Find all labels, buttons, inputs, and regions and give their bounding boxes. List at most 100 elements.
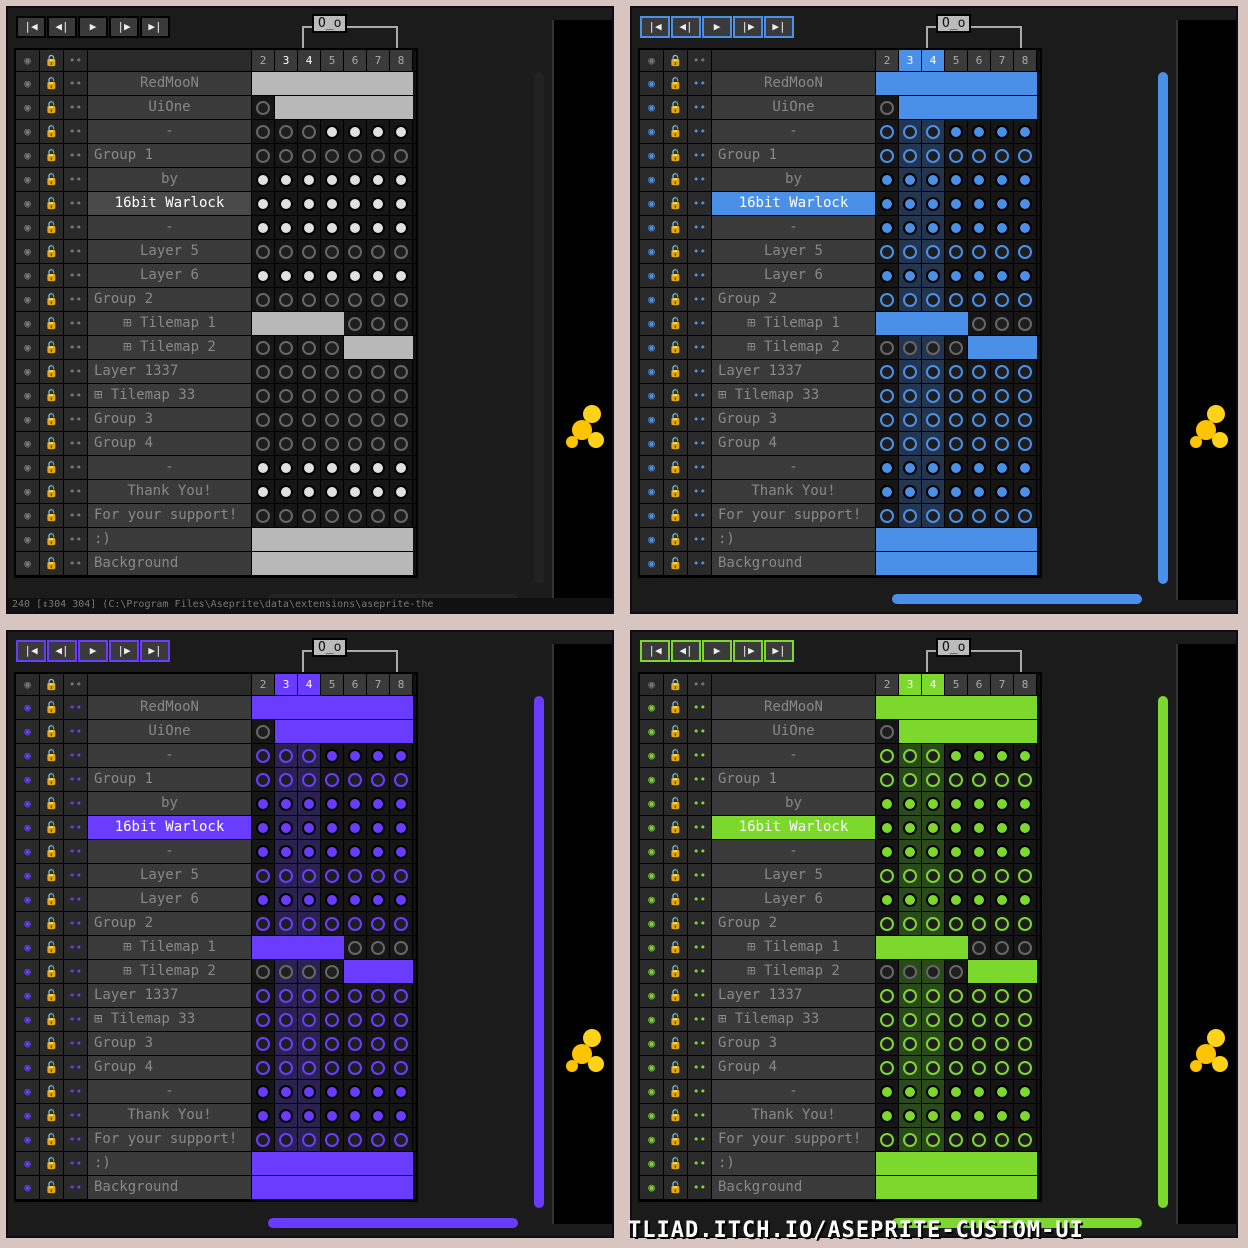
layer-row[interactable]: ◉ 🔓 •• Layer 5 [16,240,416,264]
lock-icon[interactable]: 🔓 [664,1176,688,1199]
cel[interactable] [252,168,275,191]
lock-icon[interactable]: 🔓 [664,912,688,935]
frame-number[interactable]: 2 [252,674,275,695]
cel[interactable] [968,888,991,911]
cel[interactable] [252,1008,275,1031]
cel[interactable] [945,168,968,191]
layer-name[interactable]: Group 4 [88,1056,252,1079]
cel[interactable] [991,144,1014,167]
layer-row[interactable]: ◉ 🔓 •• ⊞ Tilemap 2 [16,960,416,984]
cel[interactable] [344,168,367,191]
layer-name[interactable]: RedMooN [88,696,252,719]
cel[interactable] [298,480,321,503]
cel[interactable] [991,984,1014,1007]
cel[interactable] [344,1104,367,1127]
layer-name[interactable]: by [88,168,252,191]
cel[interactable] [991,432,1014,455]
cel[interactable] [321,144,344,167]
frame-number[interactable]: 6 [344,674,367,695]
cel[interactable] [390,864,413,887]
cel[interactable] [899,144,922,167]
cel[interactable] [1014,768,1037,791]
cel[interactable] [321,336,344,359]
layer-row[interactable]: ◉ 🔓 •• ⊞ Tilemap 1 [640,312,1040,336]
first-frame-icon[interactable]: |◀ [640,16,670,38]
cel[interactable] [1014,240,1037,263]
cel[interactable] [922,120,945,143]
frame-number[interactable]: 7 [991,674,1014,695]
layer-row[interactable]: ◉ 🔓 •• RedMooN [640,72,1040,96]
cel[interactable] [344,312,367,335]
cel-range[interactable] [968,1176,991,1199]
layer-row[interactable]: ◉ 🔓 •• - [640,216,1040,240]
cel[interactable] [922,192,945,215]
cel[interactable] [390,1128,413,1151]
layer-name[interactable]: Layer 1337 [712,360,876,383]
cel[interactable] [298,216,321,239]
layer-name[interactable]: RedMooN [712,696,876,719]
frame-number[interactable]: 7 [991,50,1014,71]
cel[interactable] [275,192,298,215]
cel[interactable] [991,456,1014,479]
cel[interactable] [252,360,275,383]
layer-name[interactable]: Background [88,1176,252,1199]
cel[interactable] [344,1008,367,1031]
cel[interactable] [275,264,298,287]
cel-range[interactable] [876,72,899,95]
cel[interactable] [899,1056,922,1079]
cel[interactable] [876,168,899,191]
frame-number[interactable]: 3 [899,50,922,71]
lock-icon[interactable]: 🔓 [664,888,688,911]
cel[interactable] [367,432,390,455]
cel-range[interactable] [367,720,390,743]
layer-name[interactable]: - [712,744,876,767]
eye-icon[interactable]: ◉ [16,696,40,719]
layer-name[interactable]: ⊞ Tilemap 33 [88,1008,252,1031]
eye-icon[interactable]: ◉ [16,72,40,95]
cel[interactable] [252,144,275,167]
cel[interactable] [1014,360,1037,383]
eye-icon[interactable]: ◉ [16,120,40,143]
cel[interactable] [344,1056,367,1079]
lock-icon[interactable]: 🔓 [664,288,688,311]
cel[interactable] [321,1104,344,1127]
cel-range[interactable] [298,528,321,551]
eye-icon[interactable]: ◉ [640,1176,664,1199]
cel[interactable] [344,264,367,287]
layer-name[interactable]: Background [712,552,876,575]
cel[interactable] [367,888,390,911]
cel[interactable] [968,480,991,503]
layer-name[interactable]: UiOne [712,96,876,119]
cel[interactable] [876,792,899,815]
layer-name[interactable]: :) [712,528,876,551]
cel-range[interactable] [367,528,390,551]
cel[interactable] [321,408,344,431]
layer-name[interactable]: Group 3 [88,408,252,431]
cel[interactable] [968,408,991,431]
cel[interactable] [899,216,922,239]
layer-name[interactable]: :) [88,1152,252,1175]
eye-icon[interactable]: ◉ [640,50,664,71]
eye-icon[interactable]: ◉ [16,336,40,359]
cel[interactable] [390,408,413,431]
cel[interactable] [945,480,968,503]
layer-name[interactable]: Group 3 [712,1032,876,1055]
lock-icon[interactable]: 🔓 [40,552,64,575]
cel[interactable] [876,744,899,767]
cel-range[interactable] [298,696,321,719]
cel-range[interactable] [899,312,922,335]
cel[interactable] [390,312,413,335]
layer-name[interactable]: Group 1 [88,768,252,791]
cel[interactable] [275,792,298,815]
continuous-icon[interactable]: •• [64,432,88,455]
eye-icon[interactable]: ◉ [640,288,664,311]
cel[interactable] [367,792,390,815]
cel-range[interactable] [1014,720,1037,743]
cel[interactable] [390,240,413,263]
layer-row[interactable]: ◉ 🔓 •• Layer 5 [640,240,1040,264]
cel[interactable] [968,1104,991,1127]
frame-number[interactable]: 5 [321,674,344,695]
continuous-icon[interactable]: •• [688,432,712,455]
frame-number[interactable]: 3 [899,674,922,695]
layer-row[interactable]: ◉ 🔓 •• 16bit Warlock [640,192,1040,216]
